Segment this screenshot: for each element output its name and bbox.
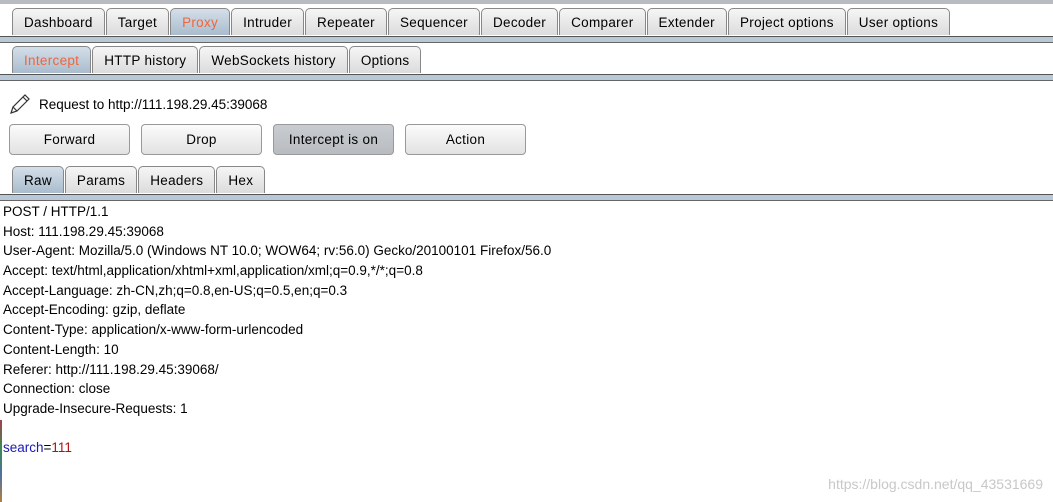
- drop-button[interactable]: Drop: [141, 124, 262, 155]
- tab-decoder[interactable]: Decoder: [480, 8, 559, 35]
- proxy-tab-bar: Intercept HTTP history WebSockets histor…: [12, 46, 422, 74]
- header-line: Referer: http://111.198.29.45:39068/: [3, 361, 219, 377]
- header-line: Host: 111.198.29.45:39068: [3, 223, 164, 239]
- tab-sequencer[interactable]: Sequencer: [387, 8, 480, 35]
- body-line: search=111: [3, 438, 551, 458]
- tab-divider: [0, 194, 1053, 201]
- main-tab-bar: Dashboard Target Proxy Intruder Repeater…: [12, 8, 951, 36]
- tab-comparer[interactable]: Comparer: [559, 8, 646, 35]
- intercept-toolbar: Forward Drop Intercept is on Action: [9, 124, 526, 155]
- header-line: User-Agent: Mozilla/5.0 (Windows NT 10.0…: [3, 243, 552, 259]
- request-label: Request to http://111.198.29.45:39068: [39, 96, 268, 112]
- tab-intercept[interactable]: Intercept: [12, 46, 92, 73]
- forward-button[interactable]: Forward: [9, 124, 130, 155]
- tab-intruder[interactable]: Intruder: [231, 8, 305, 35]
- tab-dashboard[interactable]: Dashboard: [12, 8, 105, 35]
- header-line: Upgrade-Insecure-Requests: 1: [3, 400, 188, 416]
- header-line: Content-Type: application/x-www-form-url…: [3, 322, 304, 338]
- header-line: Accept-Language: zh-CN,zh;q=0.8,en-US;q=…: [3, 282, 348, 298]
- header-line: Connection: close: [3, 381, 111, 397]
- request-info: Request to http://111.198.29.45:39068: [9, 93, 267, 115]
- tab-headers[interactable]: Headers: [138, 166, 216, 193]
- tab-http-history[interactable]: HTTP history: [92, 46, 199, 73]
- window-edge: [0, 420, 2, 502]
- tab-extender[interactable]: Extender: [646, 8, 727, 35]
- header-line: Accept-Encoding: gzip, deflate: [3, 302, 186, 318]
- tab-hex[interactable]: Hex: [216, 166, 266, 193]
- action-button[interactable]: Action: [405, 124, 526, 155]
- request-editor[interactable]: POST / HTTP/1.1 Host: 111.198.29.45:3906…: [3, 202, 551, 458]
- window-top-border: [0, 0, 1053, 4]
- header-line: Accept: text/html,application/xhtml+xml,…: [3, 263, 423, 279]
- tab-user-options[interactable]: User options: [846, 8, 951, 35]
- tab-raw[interactable]: Raw: [12, 166, 64, 193]
- tab-project-options[interactable]: Project options: [727, 8, 846, 35]
- tab-target[interactable]: Target: [105, 8, 170, 35]
- tab-params[interactable]: Params: [64, 166, 138, 193]
- param-value: 111: [51, 440, 72, 456]
- tab-divider: [0, 36, 1053, 43]
- tab-websockets-history[interactable]: WebSockets history: [199, 46, 348, 73]
- pencil-icon: [10, 94, 30, 114]
- request-line: POST / HTTP/1.1: [3, 204, 109, 219]
- intercept-toggle-button[interactable]: Intercept is on: [273, 124, 394, 155]
- view-tab-bar: Raw Params Headers Hex: [12, 166, 266, 194]
- tab-options[interactable]: Options: [348, 46, 422, 73]
- param-name: search: [3, 440, 44, 456]
- watermark: https://blog.csdn.net/qq_43531669: [828, 476, 1043, 492]
- tab-divider: [0, 74, 1053, 81]
- header-line: Content-Length: 10: [3, 341, 119, 357]
- tab-repeater[interactable]: Repeater: [305, 8, 387, 35]
- tab-proxy[interactable]: Proxy: [170, 8, 231, 35]
